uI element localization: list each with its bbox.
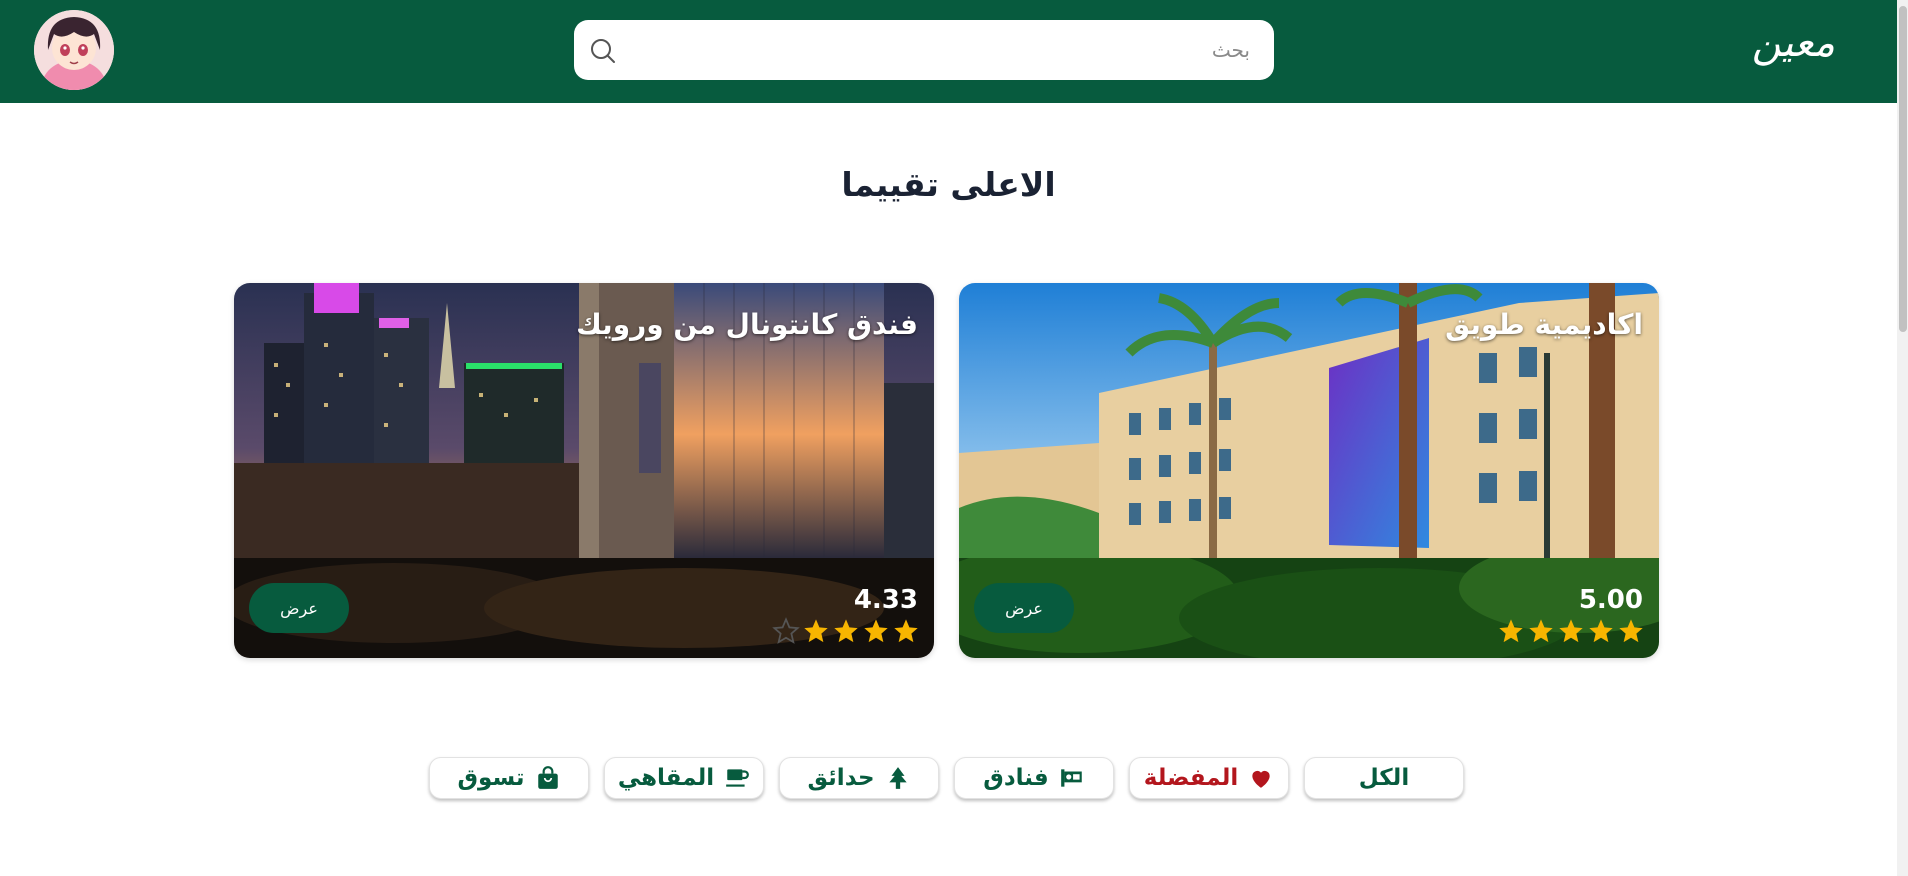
heart-icon <box>1252 770 1270 788</box>
star-filled-icon <box>894 619 918 643</box>
page-scrollbar[interactable] <box>1897 0 1908 876</box>
user-avatar[interactable] <box>34 10 114 90</box>
filter-label: فنادق <box>983 765 1049 791</box>
place-title: فندق كانتونال من ورويك <box>576 308 918 341</box>
star-filled-icon <box>1499 619 1523 643</box>
place-title: اكاديمية طويق <box>1445 308 1643 341</box>
view-button[interactable]: عرض <box>974 583 1074 633</box>
filter-cafes[interactable]: المقاهي <box>604 757 764 799</box>
app-logo[interactable]: معين <box>1752 20 1835 66</box>
star-empty-icon <box>772 617 800 644</box>
filter-label: الكل <box>1358 765 1410 791</box>
star-filled-icon <box>804 619 828 643</box>
search-icon[interactable] <box>588 36 618 66</box>
filter-label: حدائق <box>807 765 875 791</box>
filter-hotels[interactable]: فنادق <box>954 757 1114 799</box>
place-card[interactable]: اكاديمية طويق 5.00 عرض <box>959 283 1659 658</box>
star-filled-icon <box>1559 619 1583 643</box>
scrollbar-thumb[interactable] <box>1899 6 1907 332</box>
star-filled-icon <box>864 619 888 643</box>
filter-label: المفضلة <box>1143 765 1239 791</box>
filter-all[interactable]: الكل <box>1304 757 1464 799</box>
rating-value: 5.00 <box>1578 585 1643 615</box>
filter-favorites[interactable]: المفضلة <box>1129 757 1289 799</box>
filter-label: تسوق <box>457 765 525 791</box>
filter-shopping[interactable]: تسوق <box>429 757 589 799</box>
place-card[interactable]: فندق كانتونال من ورويك 4.33 عرض <box>234 283 934 658</box>
tree-icon <box>888 767 907 789</box>
search-input[interactable] <box>632 20 1252 80</box>
star-filled-icon <box>1589 619 1613 643</box>
star-filled-icon <box>834 619 858 643</box>
filter-label: المقاهي <box>617 765 715 791</box>
coffee-cup-icon <box>726 769 750 787</box>
star-rating <box>1497 617 1645 647</box>
section-title: الاعلى تقييما <box>841 165 1056 204</box>
view-button[interactable]: عرض <box>249 583 349 633</box>
rating-value: 4.33 <box>853 585 918 615</box>
search-bar[interactable] <box>574 20 1274 80</box>
filter-parks[interactable]: حدائق <box>779 757 939 799</box>
star-filled-icon <box>1619 619 1643 643</box>
star-rating <box>772 617 920 647</box>
hotel-bed-icon <box>1060 769 1082 787</box>
star-filled-icon <box>1529 619 1553 643</box>
top-header: معين <box>0 0 1897 103</box>
shopping-bag-icon <box>537 766 558 789</box>
